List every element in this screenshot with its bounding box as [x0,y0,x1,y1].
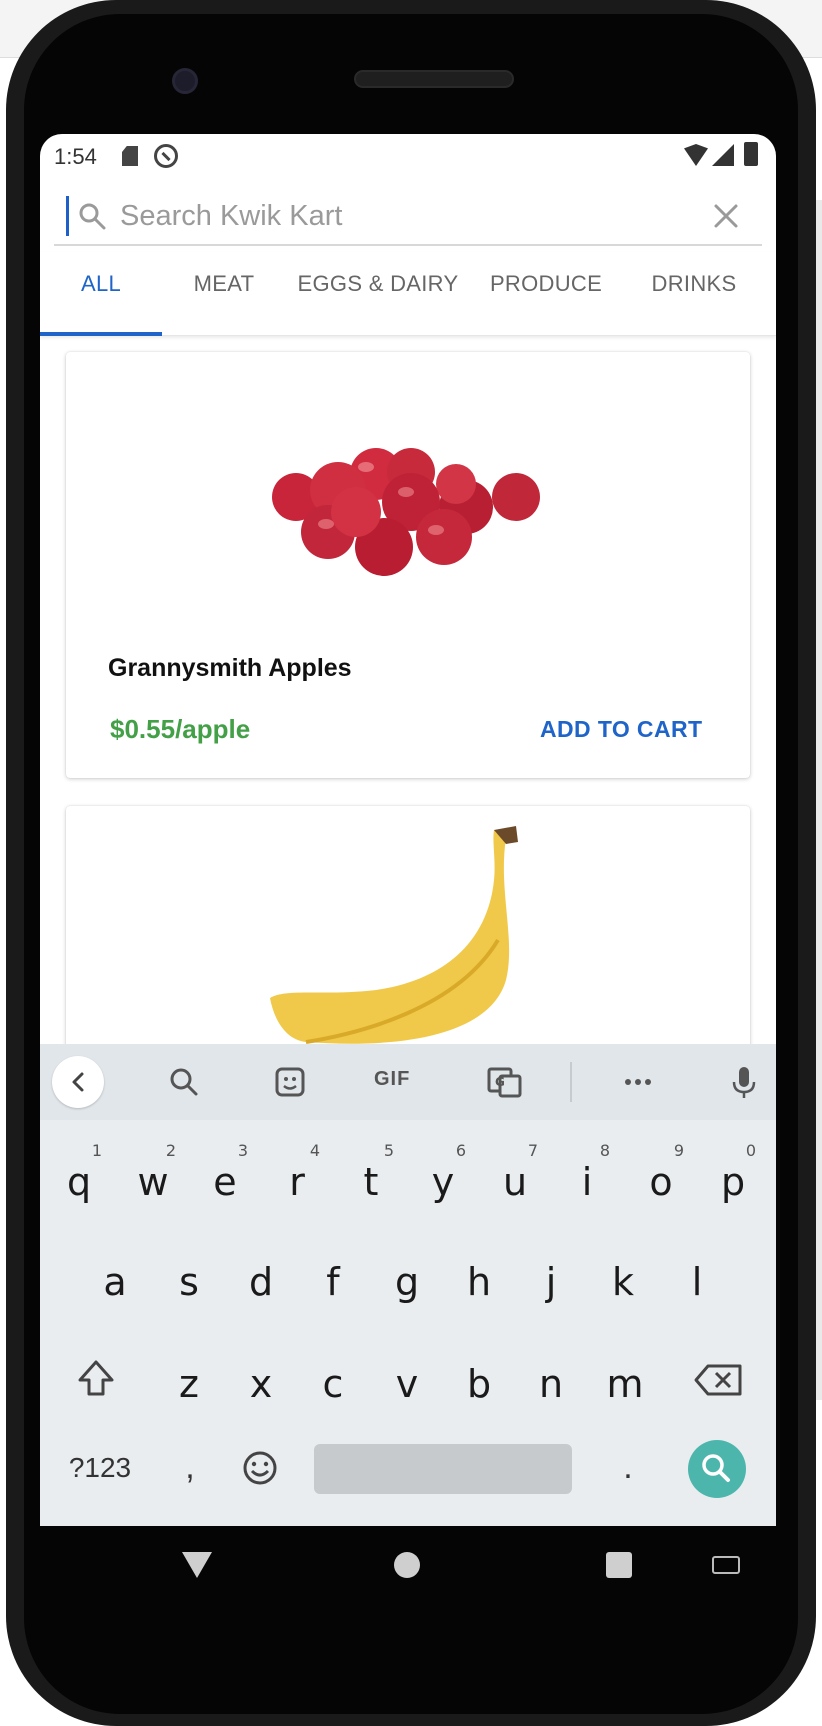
space-key[interactable] [314,1444,572,1494]
chevron-left-icon [72,1072,84,1092]
key-x[interactable]: x [226,1342,296,1426]
nav-back-icon[interactable] [182,1552,212,1578]
wifi-icon [684,144,708,166]
tab-drinks[interactable]: DRINKS [622,252,766,336]
product-card[interactable] [66,806,750,1066]
keyboard-toolbar: GIF G [40,1044,776,1120]
front-camera [172,68,198,94]
status-bar: 1:54 [40,134,776,180]
tab-eggs-dairy[interactable]: EGGS & DAIRY [286,252,470,336]
shift-key[interactable] [74,1356,118,1400]
search-bar [54,186,762,246]
key-r[interactable]: r4 [262,1140,332,1224]
key-p[interactable]: p0 [698,1140,768,1224]
key-f[interactable]: f [298,1240,368,1324]
category-tabs: ALL MEAT EGGS & DAIRY PRODUCE DRINKS [40,252,776,336]
key-h[interactable]: h [444,1240,514,1324]
product-image-banana [270,826,518,1044]
key-b[interactable]: b [444,1342,514,1426]
keyboard-search-icon[interactable] [164,1062,204,1102]
key-j[interactable]: j [516,1240,586,1324]
keyboard-search-action-button[interactable] [688,1440,746,1498]
key-q[interactable]: q1 [44,1140,114,1224]
tab-all[interactable]: ALL [40,252,162,336]
translate-icon[interactable]: G [484,1062,524,1102]
key-n[interactable]: n [516,1342,586,1426]
backspace-key[interactable] [694,1362,744,1398]
text-cursor [66,196,69,236]
key-y[interactable]: y6 [408,1140,478,1224]
key-z[interactable]: z [154,1342,224,1426]
key-d[interactable]: d [226,1240,296,1324]
app-screen: 1:54 ALL MEAT EGGS & DAIRY PRODUCE DRINK… [40,134,776,1606]
product-image-apples [272,448,540,576]
system-nav-bar [40,1526,776,1606]
nav-recents-icon[interactable] [606,1552,632,1578]
symbols-key[interactable]: ?123 [60,1452,140,1484]
search-icon [79,203,106,230]
search-input[interactable] [120,194,680,238]
product-card[interactable]: Grannysmith Apples $0.55/apple ADD TO CA… [66,352,750,778]
active-tab-indicator [40,332,162,336]
do-not-disturb-icon [154,144,178,168]
key-m[interactable]: m [590,1342,660,1426]
product-price: $0.55/apple [110,714,251,744]
key-w[interactable]: w2 [118,1140,188,1224]
key-g[interactable]: g [372,1240,442,1324]
toolbar-divider [570,1062,572,1102]
key-c[interactable]: c [298,1342,368,1426]
key-s[interactable]: s [154,1240,224,1324]
key-e[interactable]: e3 [190,1140,260,1224]
key-l[interactable]: l [662,1240,732,1324]
emoji-key[interactable] [240,1448,280,1488]
sd-card-icon [122,146,138,166]
cell-signal-icon [712,144,734,166]
svg-text:G: G [495,1075,505,1089]
earpiece-speaker [354,70,514,88]
period-key[interactable]: . [608,1448,648,1487]
tab-produce[interactable]: PRODUCE [470,252,622,336]
comma-key[interactable]: , [170,1448,210,1487]
search-icon [702,1454,730,1482]
key-a[interactable]: a [80,1240,150,1324]
clear-search-button[interactable] [708,198,744,234]
microphone-icon[interactable] [724,1062,764,1102]
key-t[interactable]: t5 [336,1140,406,1224]
keyboard-collapse-button[interactable] [52,1056,104,1108]
more-options-icon[interactable] [618,1062,658,1102]
gif-button[interactable]: GIF [374,1068,410,1091]
soft-keyboard: GIF G q1 w2 e3 r4 t5 y6 u7 i8 o9 p0 a s … [40,1044,776,1606]
add-to-cart-button[interactable]: ADD TO CART [540,716,702,743]
key-u[interactable]: u7 [480,1140,550,1224]
status-time: 1:54 [54,144,97,169]
key-v[interactable]: v [372,1342,442,1426]
battery-icon [744,142,758,166]
tab-meat[interactable]: MEAT [162,252,286,336]
key-i[interactable]: i8 [552,1140,622,1224]
product-name: Grannysmith Apples [108,654,352,682]
keyboard-switch-icon[interactable] [712,1556,740,1574]
sticker-icon[interactable] [270,1062,310,1102]
key-o[interactable]: o9 [626,1140,696,1224]
nav-home-icon[interactable] [394,1552,420,1578]
key-k[interactable]: k [588,1240,658,1324]
